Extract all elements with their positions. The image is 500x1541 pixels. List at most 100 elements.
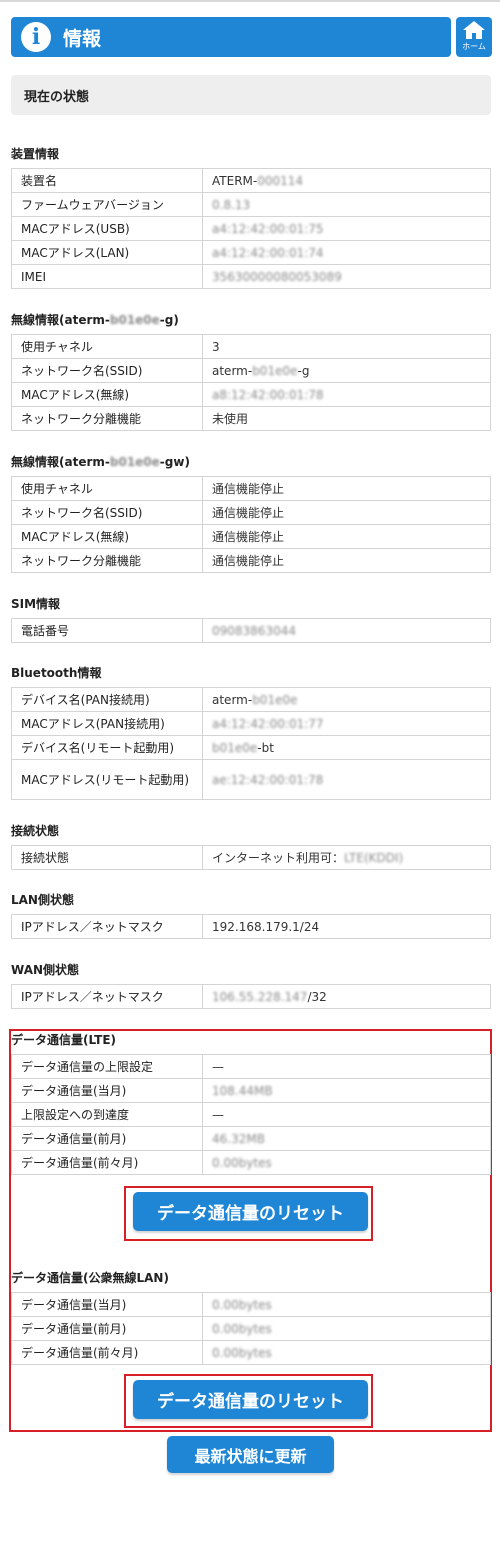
row-label: MACアドレス(無線) — [11, 524, 203, 549]
row-value: 通信機能停止 — [202, 476, 491, 501]
table-row: データ通信量(前々月) 0.00bytes — [11, 1340, 491, 1365]
sim-info-table: 電話番号 09083863044 — [11, 618, 491, 643]
row-label: IPアドレス／ネットマスク — [11, 914, 203, 939]
bluetooth-info-table: デバイス名(PAN接続用) aterm-b01e0e MACアドレス(PAN接続用… — [11, 687, 491, 800]
row-label: データ通信量(前月) — [11, 1126, 203, 1151]
row-value: 未使用 — [202, 406, 491, 431]
table-row: MACアドレス(LAN) a4:12:42:00:01:74 — [11, 240, 491, 265]
row-label: 接続状態 — [11, 845, 203, 870]
row-label: データ通信量の上限設定 — [11, 1054, 203, 1079]
table-row: 上限設定への到達度 — — [11, 1102, 491, 1127]
lan-status-title: LAN側状態 — [11, 893, 74, 907]
current-status-label: 現在の状態 — [24, 89, 90, 105]
device-info-table: 装置名 ATERM-000114 ファームウェアバージョン 0.8.13 MACアド… — [11, 168, 491, 289]
row-label: 使用チャネル — [11, 334, 203, 359]
row-label: ファームウェアバージョン — [11, 192, 203, 217]
row-value: 0.00bytes — [202, 1150, 491, 1175]
row-label: 装置名 — [11, 168, 203, 193]
row-label: IPアドレス／ネットマスク — [11, 984, 203, 1009]
connection-table: 接続状態 インターネット利用可：LTE(KDDI) — [11, 845, 491, 870]
row-value: ae:12:42:00:01:78 — [202, 759, 491, 800]
row-label: 使用チャネル — [11, 476, 203, 501]
page-header: i 情報 — [11, 17, 451, 57]
row-value: 3 — [202, 334, 491, 359]
row-value: 0.8.13 — [202, 192, 491, 217]
row-value: aterm-b01e0e-g — [202, 358, 491, 383]
bluetooth-info-title: Bluetooth情報 — [11, 666, 102, 680]
data-lte-title: データ通信量(LTE) — [11, 1033, 117, 1047]
row-label: デバイス名(PAN接続用) — [11, 687, 203, 712]
row-label: MACアドレス(LAN) — [11, 240, 203, 265]
reset-wlan-button[interactable]: データ通信量のリセット — [133, 1380, 368, 1419]
row-label: ネットワーク分離機能 — [11, 406, 203, 431]
table-row: デバイス名(PAN接続用) aterm-b01e0e — [11, 687, 491, 712]
table-row: 使用チャネル 通信機能停止 — [11, 476, 491, 501]
info-icon: i — [21, 22, 51, 52]
row-value: 通信機能停止 — [202, 500, 491, 525]
row-label: MACアドレス(リモート起動用) — [11, 759, 203, 800]
row-value: a4:12:42:00:01:77 — [202, 711, 491, 736]
row-label: ネットワーク分離機能 — [11, 548, 203, 573]
table-row: MACアドレス(リモート起動用) ae:12:42:00:01:78 — [11, 759, 491, 800]
table-row: データ通信量(前月) 46.32MB — [11, 1126, 491, 1151]
row-label: データ通信量(当月) — [11, 1292, 203, 1317]
connection-title: 接続状態 — [11, 824, 60, 838]
table-row: データ通信量(当月) 108.44MB — [11, 1078, 491, 1103]
table-row: デバイス名(リモート起動用) b01e0e-bt — [11, 735, 491, 760]
table-row: ネットワーク名(SSID) 通信機能停止 — [11, 500, 491, 525]
table-row: IPアドレス／ネットマスク 192.168.179.1/24 — [11, 914, 491, 939]
row-value: ATERM-000114 — [202, 168, 491, 193]
row-label: 電話番号 — [11, 618, 203, 643]
sim-info-title: SIM情報 — [11, 597, 61, 611]
table-row: データ通信量(前々月) 0.00bytes — [11, 1150, 491, 1175]
table-row: MACアドレス(USB) a4:12:42:00:01:75 — [11, 216, 491, 241]
row-label: データ通信量(当月) — [11, 1078, 203, 1103]
home-label: ホーム — [462, 42, 486, 51]
row-value: 通信機能停止 — [202, 548, 491, 573]
lan-status-table: IPアドレス／ネットマスク 192.168.179.1/24 — [11, 914, 491, 939]
row-label: MACアドレス(無線) — [11, 382, 203, 407]
row-value: a4:12:42:00:01:74 — [202, 240, 491, 265]
row-value: 0.00bytes — [202, 1292, 491, 1317]
row-label: ネットワーク名(SSID) — [11, 358, 203, 383]
row-value: b01e0e-bt — [202, 735, 491, 760]
row-value: 106.55.228.147/32 — [202, 984, 491, 1009]
row-label: IMEI — [11, 264, 203, 289]
table-row: 接続状態 インターネット利用可：LTE(KDDI) — [11, 845, 491, 870]
table-row: MACアドレス(PAN接続用) a4:12:42:00:01:77 — [11, 711, 491, 736]
home-button[interactable]: ホーム — [456, 17, 492, 57]
refresh-button[interactable]: 最新状態に更新 — [167, 1436, 334, 1473]
table-row: MACアドレス(無線) 通信機能停止 — [11, 524, 491, 549]
data-wlan-title: データ通信量(公衆無線LAN) — [11, 1271, 169, 1285]
row-value: 108.44MB — [202, 1078, 491, 1103]
row-value: 09083863044 — [202, 618, 491, 643]
row-value: 0.00bytes — [202, 1340, 491, 1365]
table-row: MACアドレス(無線) a8:12:42:00:01:78 — [11, 382, 491, 407]
row-value: a8:12:42:00:01:78 — [202, 382, 491, 407]
table-row: ネットワーク名(SSID) aterm-b01e0e-g — [11, 358, 491, 383]
table-row: ファームウェアバージョン 0.8.13 — [11, 192, 491, 217]
reset-lte-button[interactable]: データ通信量のリセット — [133, 1192, 368, 1231]
row-label: 上限設定への到達度 — [11, 1102, 203, 1127]
row-value: 35630000080053089 — [202, 264, 491, 289]
table-row: 使用チャネル 3 — [11, 334, 491, 359]
row-label: MACアドレス(PAN接続用) — [11, 711, 203, 736]
table-row: IPアドレス／ネットマスク 106.55.228.147/32 — [11, 984, 491, 1009]
row-value: — — [202, 1102, 491, 1127]
wireless-gw-title: 無線情報(aterm-b01e0e-gw) — [11, 455, 190, 469]
row-value: — — [202, 1054, 491, 1079]
table-row: データ通信量の上限設定 — — [11, 1054, 491, 1079]
row-label: デバイス名(リモート起動用) — [11, 735, 203, 760]
table-row: ネットワーク分離機能 未使用 — [11, 406, 491, 431]
row-value: インターネット利用可：LTE(KDDI) — [202, 845, 491, 870]
wireless-gw-table: 使用チャネル 通信機能停止 ネットワーク名(SSID) 通信機能停止 MACアドレス… — [11, 476, 491, 573]
row-label: ネットワーク名(SSID) — [11, 500, 203, 525]
row-label: データ通信量(前月) — [11, 1316, 203, 1341]
home-icon — [463, 21, 485, 39]
top-divider — [0, 0, 500, 2]
device-info-title: 装置情報 — [11, 147, 60, 161]
table-row: ネットワーク分離機能 通信機能停止 — [11, 548, 491, 573]
data-wlan-table: データ通信量(当月) 0.00bytes データ通信量(前月) 0.00bytes … — [11, 1292, 491, 1365]
wireless-g-table: 使用チャネル 3 ネットワーク名(SSID) aterm-b01e0e-g MACア… — [11, 334, 491, 431]
current-status-heading: 現在の状態 — [11, 75, 491, 115]
